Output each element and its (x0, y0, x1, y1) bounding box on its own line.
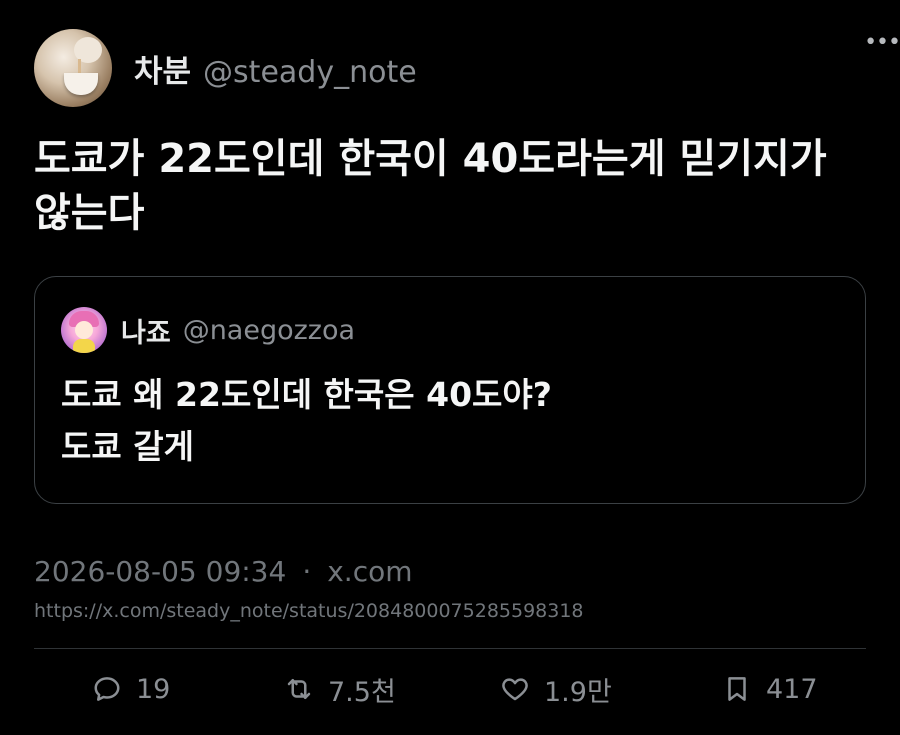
action-bar: 19 7.5천 1.9만 417 (34, 664, 866, 714)
like-count: 1.9만 (544, 676, 612, 708)
avatar-face-graphic (75, 321, 93, 339)
tweet-header: 차분 @steady_note (34, 26, 874, 110)
quoted-text-line: 도쿄 왜 22도인데 한국은 40도야? (61, 375, 552, 414)
tweet-text-line: 않는다 (34, 190, 145, 236)
meta-separator: · (302, 555, 312, 588)
quoted-tweet[interactable]: 나죠 @naegozzoa 도쿄 왜 22도인데 한국은 40도야? 도쿄 갈게 (34, 276, 866, 504)
tweet-source: x.com (327, 555, 413, 588)
tweet-text: 도쿄가 22도인데 한국이 40도라는게 믿기지가 않는다 (34, 132, 864, 240)
quoted-author-handle: @naegozzoa (182, 314, 356, 346)
author-display-name[interactable]: 차분 (134, 46, 191, 91)
avatar-body-graphic (73, 339, 95, 353)
tweet-text-line: 도쿄가 22도인데 한국이 40도라는게 믿기지가 (34, 136, 827, 182)
bookmark-button[interactable]: 417 (722, 664, 818, 714)
repost-button[interactable]: 7.5천 (284, 664, 396, 714)
like-button[interactable]: 1.9만 (500, 664, 612, 714)
bookmark-icon (728, 677, 746, 701)
tweet-url[interactable]: https://x.com/steady_note/status/2084800… (34, 600, 584, 622)
tweet-timestamp[interactable]: 2026-08-05 09:34 (34, 555, 286, 588)
quoted-author-avatar (61, 307, 107, 353)
reply-count: 19 (136, 673, 171, 705)
repost-icon (287, 679, 311, 699)
author-names: 차분 @steady_note (134, 46, 417, 91)
heart-icon (502, 678, 528, 701)
reply-button[interactable]: 19 (92, 664, 170, 714)
quoted-tweet-text: 도쿄 왜 22도인데 한국은 40도야? 도쿄 갈게 (61, 369, 841, 473)
teacup-graphic (64, 73, 98, 95)
author-handle[interactable]: @steady_note (203, 55, 417, 90)
quoted-tweet-header: 나죠 @naegozzoa (61, 307, 355, 353)
tweet-meta: 2026-08-05 09:34 · x.com (34, 555, 413, 588)
quoted-text-line: 도쿄 갈게 (61, 427, 194, 466)
reply-icon (94, 677, 120, 701)
bookmark-count: 417 (766, 673, 818, 705)
tweet-card: 차분 @steady_note ••• 도쿄가 22도인데 한국이 40도라는게… (0, 0, 900, 735)
quoted-author-display-name: 나죠 (121, 317, 171, 349)
more-options-icon[interactable]: ••• (864, 30, 900, 55)
author-avatar[interactable] (34, 29, 112, 107)
divider (34, 648, 866, 649)
repost-count: 7.5천 (328, 676, 396, 708)
